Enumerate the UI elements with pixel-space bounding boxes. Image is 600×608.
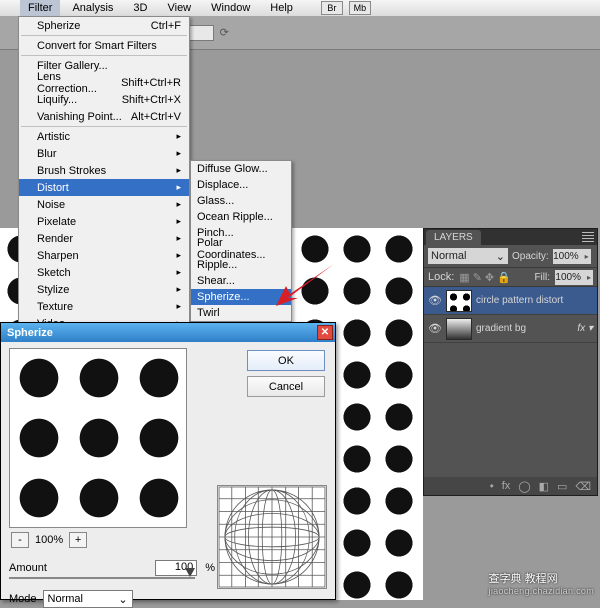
blend-mode-select[interactable]: Normal⌄: [428, 248, 508, 264]
menubar: Filter Analysis 3D View Window Help Br M…: [0, 0, 600, 16]
submenu-twirl[interactable]: Twirl: [191, 305, 291, 321]
layers-tab[interactable]: LAYERS: [426, 230, 481, 245]
ok-button[interactable]: OK: [247, 350, 325, 371]
menu-cat-sharpen[interactable]: Sharpen: [19, 247, 189, 264]
menu-separator: [21, 126, 187, 127]
lock-paint-icon[interactable]: ✎: [473, 271, 482, 284]
menu-cat-distort[interactable]: Distort: [19, 179, 189, 196]
layer-name[interactable]: circle pattern distort: [476, 295, 563, 306]
menu-analysis[interactable]: Analysis: [64, 0, 121, 16]
visibility-icon[interactable]: 👁: [428, 294, 442, 308]
menu-help[interactable]: Help: [262, 0, 301, 16]
panel-menu-icon[interactable]: [582, 232, 594, 242]
lock-label: Lock:: [428, 271, 454, 283]
spherize-wireframe-preview: [217, 485, 327, 589]
zoom-out-button[interactable]: -: [11, 532, 29, 548]
zoom-controls: - 100% +: [11, 532, 87, 548]
layer-fx-badge[interactable]: fx ▾: [577, 323, 593, 334]
link-layers-icon[interactable]: ⬩: [490, 480, 494, 493]
fill-label: Fill:: [534, 272, 550, 283]
layer-thumbnail[interactable]: [446, 290, 472, 312]
menu-cat-blur[interactable]: Blur: [19, 145, 189, 162]
menu-cat-texture[interactable]: Texture: [19, 298, 189, 315]
filter-menu: Spherize Ctrl+F Convert for Smart Filter…: [18, 16, 190, 350]
slider-thumb-icon[interactable]: [185, 568, 195, 577]
fill-input[interactable]: 100%: [555, 270, 593, 285]
mode-select[interactable]: Normal ⌄: [43, 590, 133, 608]
submenu-diffuse-glow[interactable]: Diffuse Glow...: [191, 161, 291, 177]
layer-name[interactable]: gradient bg: [476, 323, 526, 334]
visibility-icon[interactable]: 👁: [428, 322, 442, 336]
refresh-icon[interactable]: ⟳: [220, 26, 229, 39]
lock-all-icon[interactable]: 🔒: [497, 271, 511, 284]
menu-item-lens-correction[interactable]: Lens Correction...Shift+Ctrl+R: [19, 74, 189, 91]
menu-cat-brush-strokes[interactable]: Brush Strokes: [19, 162, 189, 179]
menu-cat-noise[interactable]: Noise: [19, 196, 189, 213]
menu-filter[interactable]: Filter: [20, 0, 60, 16]
chevron-down-icon: ⌄: [118, 593, 127, 606]
layers-panel: LAYERS Normal⌄ Opacity: 100% Lock: ▦ ✎ ✥…: [423, 228, 598, 496]
menu-item-vanishing-point[interactable]: Vanishing Point...Alt+Ctrl+V: [19, 108, 189, 125]
layer-item[interactable]: 👁 circle pattern distort: [424, 287, 597, 315]
amount-unit: %: [205, 562, 215, 574]
lock-transparency-icon[interactable]: ▦: [459, 271, 469, 284]
adjustment-layer-icon[interactable]: ◧: [539, 480, 549, 493]
zoom-in-button[interactable]: +: [69, 532, 87, 548]
layer-item[interactable]: 👁 gradient bg fx ▾: [424, 315, 597, 343]
submenu-ocean-ripple[interactable]: Ocean Ripple...: [191, 209, 291, 225]
lock-icons: ▦ ✎ ✥ 🔒: [459, 271, 511, 284]
layer-mask-icon[interactable]: ◯: [518, 480, 530, 493]
close-button[interactable]: ✕: [317, 325, 333, 340]
dialog-title: Spherize: [7, 327, 53, 339]
submenu-polar-coordinates[interactable]: Polar Coordinates...: [191, 241, 291, 257]
spherize-preview[interactable]: [9, 348, 187, 528]
menu-item-last-filter[interactable]: Spherize Ctrl+F: [19, 17, 189, 34]
layers-footer: ⬩ fx ◯ ◧ ▭ ⌫: [424, 477, 597, 495]
layers-list: 👁 circle pattern distort 👁 gradient bg f…: [424, 287, 597, 343]
spherize-dialog: Spherize ✕ - 100% + OK Cancel Amount 100…: [0, 322, 336, 600]
layer-style-icon[interactable]: fx: [502, 480, 511, 492]
watermark: 查字典 教程网 jiaocheng.chazidian.com: [489, 569, 594, 596]
cancel-button[interactable]: Cancel: [247, 376, 325, 397]
menu-3d[interactable]: 3D: [125, 0, 155, 16]
menu-view[interactable]: View: [159, 0, 199, 16]
menu-cat-stylize[interactable]: Stylize: [19, 281, 189, 298]
menu-item-smart-filters[interactable]: Convert for Smart Filters: [19, 37, 189, 54]
delete-layer-icon[interactable]: ⌫: [575, 480, 591, 493]
submenu-glass[interactable]: Glass...: [191, 193, 291, 209]
mode-label: Mode: [9, 593, 37, 605]
new-layer-icon[interactable]: ▭: [557, 480, 567, 493]
layers-tabbar: LAYERS: [424, 229, 597, 245]
bridge-button[interactable]: Br: [321, 1, 343, 15]
submenu-shear[interactable]: Shear...: [191, 273, 291, 289]
opacity-input[interactable]: 100%: [553, 249, 591, 264]
layer-thumbnail[interactable]: [446, 318, 472, 340]
zoom-percentage: 100%: [35, 534, 63, 546]
submenu-spherize[interactable]: Spherize...: [191, 289, 291, 305]
dialog-titlebar[interactable]: Spherize ✕: [1, 323, 335, 342]
menu-cat-pixelate[interactable]: Pixelate: [19, 213, 189, 230]
menu-window[interactable]: Window: [203, 0, 258, 16]
menu-separator: [21, 55, 187, 56]
menu-cat-render[interactable]: Render: [19, 230, 189, 247]
menu-cat-sketch[interactable]: Sketch: [19, 264, 189, 281]
chevron-down-icon: ⌄: [496, 250, 505, 263]
menu-separator: [21, 35, 187, 36]
lock-position-icon[interactable]: ✥: [485, 271, 494, 284]
menu-cat-artistic[interactable]: Artistic: [19, 128, 189, 145]
mb-button[interactable]: Mb: [349, 1, 371, 15]
distort-submenu: Diffuse Glow... Displace... Glass... Oce…: [190, 160, 292, 322]
submenu-displace[interactable]: Displace...: [191, 177, 291, 193]
amount-slider[interactable]: [9, 572, 195, 584]
opacity-label: Opacity:: [512, 251, 549, 262]
